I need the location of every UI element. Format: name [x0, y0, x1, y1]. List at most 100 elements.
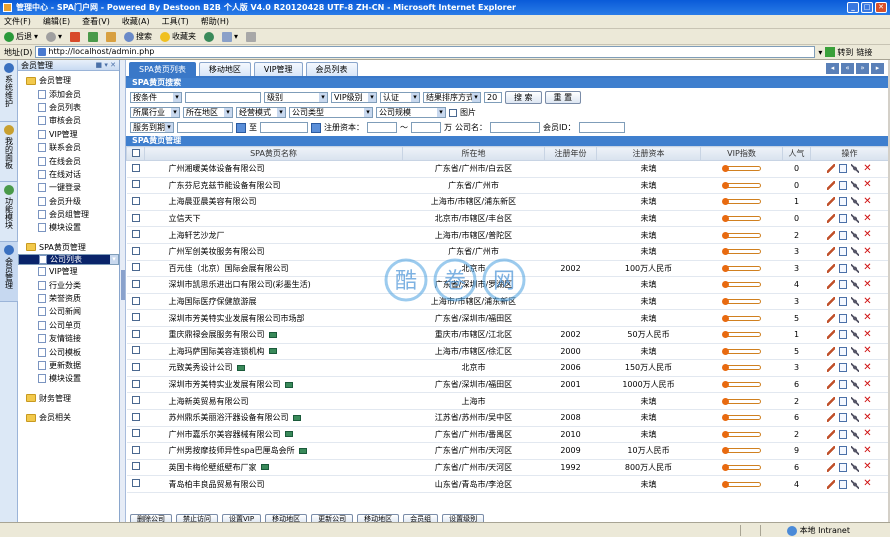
company-link[interactable]: 上海玛萨国际美容连锁机构 [169, 347, 265, 356]
edit-icon[interactable] [827, 363, 835, 373]
company-name-cell[interactable]: 百元佳（北京）国际会展有限公司 [144, 260, 403, 278]
company-link[interactable]: 深圳市凯思乐进出口有限公司(彩墨生活) [169, 280, 311, 289]
sidebar-folder[interactable]: SPA黄页管理 [18, 241, 119, 254]
level-select[interactable]: 级别 [264, 92, 328, 103]
mail-button[interactable]: ▾ [222, 31, 238, 42]
document-icon[interactable] [839, 429, 847, 439]
delete-icon[interactable]: ✕ [863, 379, 872, 390]
sidebar-folder[interactable]: 会员相关 [18, 411, 119, 424]
company-name-cell[interactable]: 元致美秀设计公司 [144, 359, 403, 377]
menu-edit[interactable]: 编辑(E) [43, 16, 70, 27]
edit-icon[interactable] [827, 413, 835, 423]
sidebar-item[interactable]: 荣誉资质 [18, 292, 119, 305]
region-select[interactable]: 所在地区 [183, 107, 233, 118]
row-checkbox[interactable] [126, 376, 145, 394]
tools-icon[interactable] [851, 363, 859, 373]
row-checkbox[interactable] [126, 475, 145, 493]
row-checkbox[interactable] [126, 226, 145, 244]
vtab-modules[interactable]: 功能模块 [0, 182, 18, 242]
company-link[interactable]: 深圳市芳美特实业发展有限公司市场部 [169, 314, 305, 323]
edit-icon[interactable] [827, 230, 835, 240]
vtab-members[interactable]: 会员管理 [0, 242, 18, 302]
member-id-input[interactable] [578, 122, 625, 133]
address-input[interactable]: http://localhost/admin.php [35, 46, 816, 58]
sidebar-folder[interactable]: 会员管理 [18, 74, 119, 87]
sort-select[interactable]: 结果排序方式 [423, 92, 481, 103]
sidebar-item[interactable]: 模块设置 [18, 221, 119, 234]
delete-icon[interactable]: ✕ [863, 196, 872, 207]
company-name-cell[interactable]: 广州市嘉乐尔美容器械有限公司 [144, 426, 403, 444]
row-checkbox[interactable] [126, 160, 145, 178]
sidebar-folder[interactable]: 财务管理 [18, 392, 119, 405]
edit-icon[interactable] [827, 462, 835, 472]
company-name-cell[interactable]: 上海晨亚晨美容有限公司 [144, 193, 403, 211]
bulk-action-button[interactable]: 设置VIP [222, 514, 262, 522]
close-button[interactable]: ✕ [875, 2, 887, 13]
edit-icon[interactable] [827, 214, 835, 224]
edit-icon[interactable] [827, 396, 835, 406]
row-checkbox[interactable] [126, 177, 145, 195]
calendar-from-icon[interactable] [236, 122, 246, 133]
history-button[interactable] [204, 31, 215, 42]
tools-icon[interactable] [851, 230, 859, 240]
company-link[interactable]: 广州军创美妆服务有限公司 [169, 247, 265, 256]
company-name-cell[interactable]: 广州湘暖美体设备有限公司 [144, 160, 403, 178]
sidebar-item[interactable]: 添加会员 [18, 87, 119, 100]
tools-icon[interactable] [851, 446, 859, 456]
document-icon[interactable] [839, 247, 847, 257]
company-link[interactable]: 上海新英贸易有限公司 [169, 397, 249, 406]
tools-icon[interactable] [851, 247, 859, 257]
company-name-cell[interactable]: 重庆鼎禄会展服务有限公司 [144, 326, 403, 344]
sidebar-item[interactable]: 审核会员 [18, 114, 119, 127]
company-link[interactable]: 广州湘暖美体设备有限公司 [169, 164, 265, 173]
company-name-cell[interactable]: 广州男按摩技师异性spa巴厘岛会所 [144, 442, 403, 460]
edit-icon[interactable] [827, 263, 835, 273]
edit-icon[interactable] [827, 479, 835, 489]
tab-next-button[interactable]: » [856, 63, 869, 74]
document-icon[interactable] [839, 313, 847, 323]
tab-last-button[interactable]: ▸ [871, 63, 884, 74]
edit-icon[interactable] [827, 380, 835, 390]
vtab-panel[interactable]: 我的面板 [0, 122, 18, 182]
sidebar-item[interactable]: 公司列表 [18, 254, 119, 266]
menu-tools[interactable]: 工具(T) [162, 16, 189, 27]
company-name-cell[interactable]: 英国卡梅伦壁纸壁布厂家 [144, 459, 403, 477]
company-link[interactable]: 广州市嘉乐尔美容器械有限公司 [169, 430, 281, 439]
bulk-action-button[interactable]: 移动地区 [265, 514, 308, 522]
row-checkbox[interactable] [126, 426, 145, 444]
company-name-input[interactable] [490, 122, 540, 133]
sidebar-item[interactable]: 在线会员 [18, 154, 119, 167]
address-dropdown[interactable]: ▾ [818, 48, 822, 57]
company-name-cell[interactable]: 青岛柏丰良品贸易有限公司 [144, 475, 403, 493]
mode-select[interactable]: 经营模式 [236, 107, 286, 118]
splitter-grip[interactable] [121, 270, 125, 300]
document-icon[interactable] [839, 263, 847, 273]
tools-icon[interactable] [851, 297, 859, 307]
tab-move-region[interactable]: 移动地区 [198, 62, 251, 76]
home-button[interactable] [106, 31, 117, 42]
tools-icon[interactable] [851, 164, 859, 174]
edit-icon[interactable] [827, 330, 835, 340]
row-checkbox[interactable] [126, 343, 145, 361]
condition-select[interactable]: 按条件 [130, 92, 182, 103]
company-name-cell[interactable]: 广东芬尼克兹节能设备有限公司 [144, 177, 403, 195]
row-checkbox[interactable] [126, 326, 145, 344]
company-link[interactable]: 上海轩艺沙龙厂 [169, 231, 225, 240]
row-checkbox[interactable] [126, 459, 145, 477]
delete-icon[interactable]: ✕ [863, 230, 872, 240]
row-checkbox[interactable] [126, 309, 145, 327]
sidebar-pin-controls[interactable]: ■ ▾ ✕ [96, 60, 116, 71]
company-name-cell[interactable]: 苏州鼎乐美丽浴汗器设备有限公司 [144, 409, 403, 427]
edit-icon[interactable] [827, 247, 835, 257]
sidebar-item[interactable]: 友情链接 [18, 332, 119, 345]
document-icon[interactable] [839, 197, 847, 207]
edit-icon[interactable] [827, 164, 835, 174]
sidebar-item[interactable]: 在线对话 [18, 168, 119, 181]
company-type-select[interactable]: 公司类型 [289, 107, 373, 118]
sidebar-item[interactable]: 更新数据 [18, 359, 119, 372]
company-name-cell[interactable]: 上海新英贸易有限公司 [144, 392, 403, 410]
sidebar-item[interactable]: 模块设置 [18, 372, 119, 385]
row-checkbox[interactable] [126, 210, 145, 228]
search-submit-button[interactable]: 搜 索 [505, 91, 542, 104]
document-icon[interactable] [839, 164, 847, 174]
